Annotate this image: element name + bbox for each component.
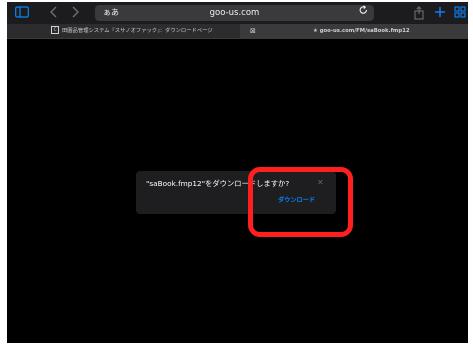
tab-bar: C 田園品管理システム『スサノオファック』：ダウンロードページ ⊠ ★ goo-us… <box>7 24 468 39</box>
browser-toolbar: ぁあ goo-us.com <box>7 2 468 24</box>
tab-title: 田園品管理システム『スサノオファック』：ダウンロードページ <box>62 28 213 34</box>
tab-title-text: goo-us.com/FM/saBook.fmp12 <box>319 28 410 34</box>
reload-icon[interactable] <box>359 5 368 21</box>
tab-saBook-file[interactable]: ⊠ ★ goo-us.com/FM/saBook.fmp12 <box>240 24 468 38</box>
tab-title-active: ★ goo-us.com/FM/saBook.fmp12 <box>313 24 410 38</box>
tab-download-page[interactable]: C 田園品管理システム『スサノオファック』：ダウンロードページ <box>51 24 227 38</box>
plus-icon[interactable] <box>433 6 447 20</box>
share-icon[interactable] <box>412 6 426 20</box>
chevron-right-icon[interactable] <box>68 6 82 20</box>
screenshot-frame: ぁあ goo-us.com C 田園品管理システム『スサノオファック』：ダウンロー… <box>0 0 473 345</box>
address-bar[interactable]: ぁあ goo-us.com <box>95 5 374 21</box>
chevron-left-icon[interactable] <box>47 6 61 20</box>
favicon-icon: C <box>51 25 59 34</box>
highlight-annotation <box>248 167 353 237</box>
tabs-grid-icon[interactable] <box>453 6 467 20</box>
address-url[interactable]: goo-us.com <box>95 6 374 20</box>
star-icon: ★ <box>313 28 318 34</box>
close-tab-icon[interactable]: ⊠ <box>250 24 256 38</box>
sidebar-icon[interactable] <box>15 6 29 20</box>
